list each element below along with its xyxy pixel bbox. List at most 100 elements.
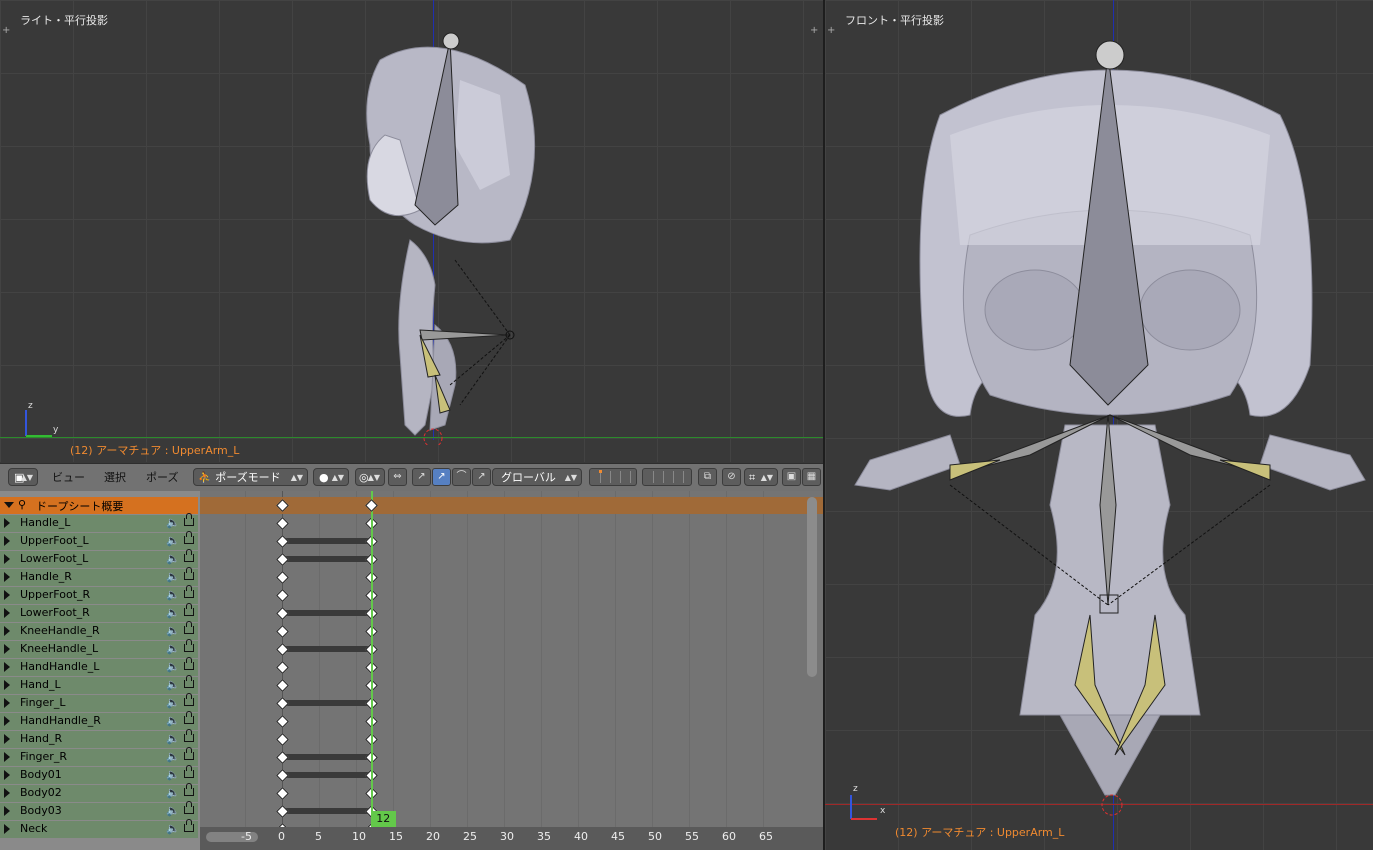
hold-bar[interactable] xyxy=(282,754,371,760)
proportional-edit-icon[interactable]: ⊘ xyxy=(722,468,741,486)
expand-arrow-icon[interactable] xyxy=(4,788,10,798)
channel-row[interactable]: UpperFoot_L 🔈 xyxy=(0,531,198,551)
menu-select[interactable]: 選択 xyxy=(104,468,126,487)
channel-row[interactable]: Finger_R 🔈 xyxy=(0,747,198,767)
lock-icon[interactable] xyxy=(184,783,194,796)
hold-bar[interactable] xyxy=(282,700,371,706)
mode-dropdown[interactable]: ⛹ ポーズモード ▲▼ xyxy=(193,468,308,486)
speaker-icon[interactable]: 🔈 xyxy=(166,516,180,529)
expand-arrow-icon[interactable] xyxy=(4,590,10,600)
translate-icon[interactable]: ↗ xyxy=(412,468,431,486)
editor-type-button[interactable]: ▣ ▲▼ xyxy=(8,468,38,486)
expand-arrow-icon[interactable] xyxy=(4,502,14,508)
corner-plus-icon[interactable]: + xyxy=(2,26,11,36)
expand-arrow-icon[interactable] xyxy=(4,518,10,528)
lock-icon[interactable] xyxy=(184,567,194,580)
scale-icon[interactable]: ↗ xyxy=(472,468,491,486)
orientation-dropdown[interactable]: グローバル ▲▼ xyxy=(492,468,582,486)
keyframe-diamond[interactable] xyxy=(276,625,289,638)
expand-arrow-icon[interactable] xyxy=(4,536,10,546)
expand-arrow-icon[interactable] xyxy=(4,698,10,708)
speaker-icon[interactable]: 🔈 xyxy=(166,696,180,709)
curve-icon[interactable]: ⌒ xyxy=(452,468,471,486)
lock-icon[interactable] xyxy=(184,801,194,814)
lock-icon[interactable] xyxy=(184,729,194,742)
keyframe-diamond[interactable] xyxy=(276,589,289,602)
pivot-dropdown[interactable]: ◎ ▲▼ xyxy=(355,468,385,486)
snap-dropdown[interactable]: ⌗ ▲▼ xyxy=(744,468,778,486)
lock-icon[interactable] xyxy=(184,819,194,832)
speaker-icon[interactable]: 🔈 xyxy=(166,606,180,619)
hold-bar[interactable] xyxy=(282,610,371,616)
clapper-icon[interactable]: ▦ xyxy=(802,468,821,486)
current-frame-indicator[interactable]: 12 xyxy=(370,811,396,827)
lock-icon[interactable] xyxy=(184,711,194,724)
channel-row[interactable]: Finger_L 🔈 xyxy=(0,693,198,713)
expand-arrow-icon[interactable] xyxy=(4,824,10,834)
speaker-icon[interactable]: 🔈 xyxy=(166,768,180,781)
channel-row[interactable]: HandHandle_L 🔈 xyxy=(0,657,198,677)
menu-pose[interactable]: ポーズ xyxy=(146,468,178,487)
corner-plus-icon[interactable]: + xyxy=(827,26,836,36)
lock-icon[interactable] xyxy=(184,621,194,634)
hold-bar[interactable] xyxy=(282,646,371,652)
lock-icon[interactable] xyxy=(184,513,194,526)
channel-row[interactable]: Hand_R 🔈 xyxy=(0,729,198,749)
lock-icon[interactable] xyxy=(184,549,194,562)
expand-arrow-icon[interactable] xyxy=(4,572,10,582)
lock-icon[interactable] xyxy=(184,639,194,652)
speaker-icon[interactable]: 🔈 xyxy=(166,750,180,763)
channel-row[interactable]: UpperFoot_R 🔈 xyxy=(0,585,198,605)
channel-row[interactable]: LowerFoot_R 🔈 xyxy=(0,603,198,623)
speaker-icon[interactable]: 🔈 xyxy=(166,678,180,691)
corner-plus-icon[interactable]: + xyxy=(810,26,819,36)
render-icon[interactable]: ▣ xyxy=(782,468,801,486)
expand-arrow-icon[interactable] xyxy=(4,554,10,564)
frame-ruler[interactable]: -5 0 5 10 15 20 25 30 35 40 45 50 55 60 65 xyxy=(200,827,823,850)
expand-arrow-icon[interactable] xyxy=(4,662,10,672)
keyframe-diamond[interactable] xyxy=(276,715,289,728)
viewport-right-ortho[interactable]: ライト・平行投影 + + z y (12) アーマチュア : UpperArm_… xyxy=(0,0,823,462)
expand-arrow-icon[interactable] xyxy=(4,608,10,618)
expand-arrow-icon[interactable] xyxy=(4,806,10,816)
rotate-icon[interactable]: ↗ xyxy=(432,468,451,486)
shading-dropdown[interactable]: ● ▲▼ xyxy=(313,468,349,486)
keyframe-diamond[interactable] xyxy=(276,679,289,692)
speaker-icon[interactable]: 🔈 xyxy=(166,714,180,727)
channel-row[interactable]: Neck 🔈 xyxy=(0,819,198,839)
channel-row[interactable]: LowerFoot_L 🔈 xyxy=(0,549,198,569)
speaker-icon[interactable]: 🔈 xyxy=(166,804,180,817)
speaker-icon[interactable]: 🔈 xyxy=(166,786,180,799)
expand-arrow-icon[interactable] xyxy=(4,770,10,780)
hold-bar[interactable] xyxy=(282,772,371,778)
layers-grid-right[interactable] xyxy=(642,468,692,486)
viewport-front-ortho[interactable]: フロント・平行投影 + z x (12) アーマチュア : UpperArm_L xyxy=(825,0,1373,850)
lock-icon[interactable] xyxy=(184,693,194,706)
lock-icon[interactable] xyxy=(184,747,194,760)
channel-row[interactable]: KneeHandle_L 🔈 xyxy=(0,639,198,659)
speaker-icon[interactable]: 🔈 xyxy=(166,588,180,601)
current-frame-line[interactable] xyxy=(370,491,373,827)
expand-arrow-icon[interactable] xyxy=(4,752,10,762)
speaker-icon[interactable]: 🔈 xyxy=(166,624,180,637)
speaker-icon[interactable]: 🔈 xyxy=(166,642,180,655)
channel-summary[interactable]: ⚲ ドープシート概要 xyxy=(0,497,198,515)
channel-row[interactable]: Handle_R 🔈 xyxy=(0,567,198,587)
channel-row[interactable]: Handle_L 🔈 xyxy=(0,513,198,533)
keyframe-diamond[interactable] xyxy=(276,571,289,584)
expand-arrow-icon[interactable] xyxy=(4,716,10,726)
expand-arrow-icon[interactable] xyxy=(4,644,10,654)
keyframe-diamond[interactable] xyxy=(276,733,289,746)
hold-bar[interactable] xyxy=(282,538,371,544)
expand-arrow-icon[interactable] xyxy=(4,680,10,690)
lock-icon[interactable] xyxy=(184,675,194,688)
channel-row[interactable]: Body01 🔈 xyxy=(0,765,198,785)
dopesheet-timeline[interactable]: 12 -5 0 5 10 15 20 25 30 35 40 45 50 55 60 65 xyxy=(200,491,823,850)
lock-icon[interactable] xyxy=(184,531,194,544)
keyframe-diamond[interactable] xyxy=(276,661,289,674)
lock-icon[interactable] xyxy=(184,657,194,670)
channel-row[interactable]: Hand_L 🔈 xyxy=(0,675,198,695)
expand-arrow-icon[interactable] xyxy=(4,626,10,636)
speaker-icon[interactable]: 🔈 xyxy=(166,732,180,745)
channel-row[interactable]: Body02 🔈 xyxy=(0,783,198,803)
